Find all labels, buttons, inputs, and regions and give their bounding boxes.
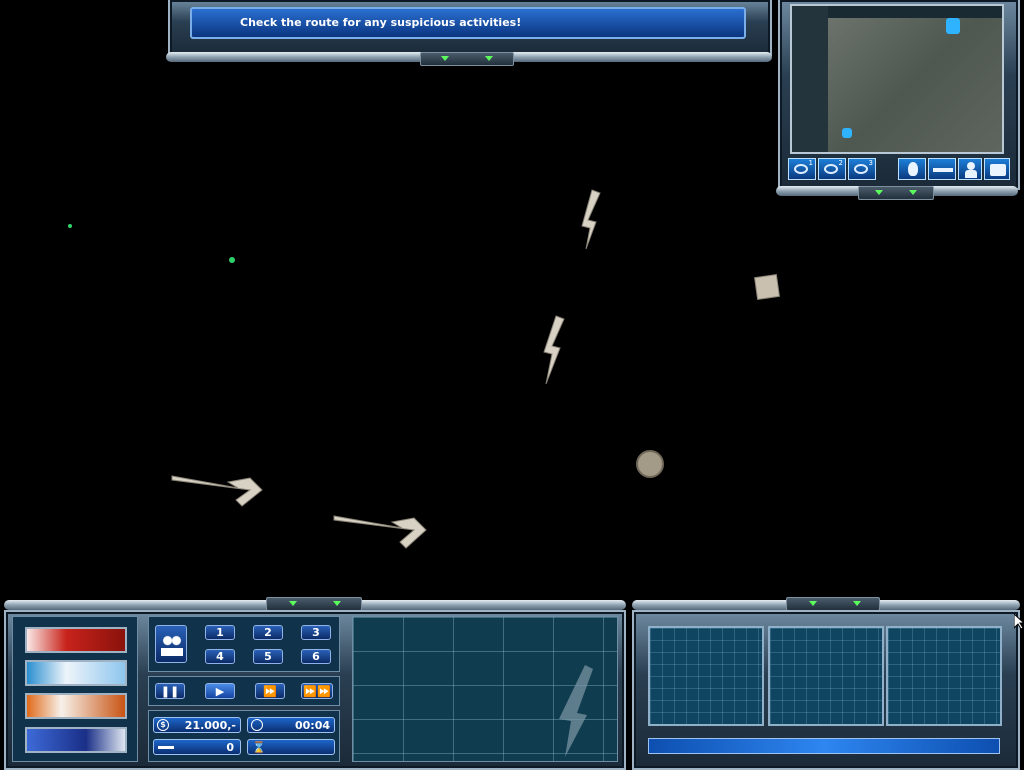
money-value: 21.000,- xyxy=(184,719,236,732)
vehicle-list xyxy=(12,616,138,762)
money-display: $ 21.000,- xyxy=(153,717,241,733)
control-panel-toggle[interactable] xyxy=(266,597,362,611)
manhole-cover-object[interactable] xyxy=(636,450,664,478)
game-world-objects xyxy=(68,189,780,549)
ambulance-button[interactable] xyxy=(25,693,127,719)
group-panel: 1 2 3 4 5 6 xyxy=(148,616,340,672)
mission-message-text: Check the route for any suspicious activ… xyxy=(240,16,522,29)
clock-icon xyxy=(251,719,263,731)
streetlight-object[interactable] xyxy=(333,515,427,549)
control-panel: 1 2 3 4 5 6 ❚❚ ▶ ⏩ ⏩⏩ $ 21.000,- 00:04 0… xyxy=(4,610,626,770)
group-button-4[interactable]: 4 xyxy=(205,649,235,664)
mouse-cursor xyxy=(1014,614,1024,630)
chevron-down-icon xyxy=(485,56,493,61)
mission-message-panel: Check the route for any suspicious activ… xyxy=(168,0,772,56)
selected-unit-silhouette xyxy=(559,665,593,757)
streetlight-object[interactable] xyxy=(171,475,263,507)
info-panel-toggle[interactable] xyxy=(786,597,880,611)
mission-message-box: Check the route for any suspicious activ… xyxy=(190,7,746,39)
green-marker xyxy=(229,257,235,263)
pause-button[interactable]: ❚❚ xyxy=(155,683,185,699)
info-slot-3[interactable] xyxy=(886,626,1002,726)
time-display: 00:04 xyxy=(247,717,335,733)
time-value: 00:04 xyxy=(294,719,330,732)
minimap-unit-marker xyxy=(946,18,960,34)
hourglass-icon: ⌛ xyxy=(252,741,266,754)
streetlight-silhouette xyxy=(559,665,593,757)
group-button-5[interactable]: 5 xyxy=(253,649,283,664)
streetlight-object[interactable] xyxy=(581,189,601,250)
money-icon: $ xyxy=(157,719,169,731)
group-button-3[interactable]: 3 xyxy=(301,625,331,640)
crate-object[interactable] xyxy=(754,274,780,300)
info-progress-bar xyxy=(648,738,1000,754)
group-button-1[interactable]: 1 xyxy=(205,625,235,640)
fast-forward-icon: ⏩ xyxy=(263,684,277,698)
info-slot-2[interactable] xyxy=(768,626,884,726)
patients-value: 0 xyxy=(226,741,234,754)
police-car-button[interactable] xyxy=(25,660,127,686)
chevron-down-icon xyxy=(441,56,449,61)
chevron-down-icon xyxy=(289,601,297,606)
fastest-forward-button[interactable]: ⏩⏩ xyxy=(301,683,333,699)
fire-truck-button[interactable] xyxy=(25,627,127,653)
group-button-6[interactable]: 6 xyxy=(301,649,331,664)
status-panel: $ 21.000,- 00:04 0 ⌛ xyxy=(148,710,340,762)
group-button-2[interactable]: 2 xyxy=(253,625,283,640)
play-icon: ▶ xyxy=(215,684,225,698)
hourglass-display: ⌛ xyxy=(247,739,335,755)
streetlight-object[interactable] xyxy=(543,315,565,385)
police-van-button[interactable] xyxy=(25,727,127,753)
green-marker xyxy=(68,224,72,228)
group-icon xyxy=(161,634,183,656)
fast-forward-button[interactable]: ⏩ xyxy=(255,683,285,699)
fastest-forward-icon: ⏩⏩ xyxy=(303,684,331,698)
game-world[interactable] xyxy=(0,62,1024,594)
patients-display: 0 xyxy=(153,739,241,755)
chevron-down-icon xyxy=(853,601,861,606)
chevron-down-icon xyxy=(333,601,341,606)
info-panel xyxy=(632,610,1020,770)
info-slot-1[interactable] xyxy=(648,626,764,726)
pause-icon: ❚❚ xyxy=(160,684,180,698)
select-all-units-button[interactable] xyxy=(155,625,187,663)
play-button[interactable]: ▶ xyxy=(205,683,235,699)
speed-controls: ❚❚ ▶ ⏩ ⏩⏩ xyxy=(148,676,340,706)
stretcher-icon xyxy=(158,746,174,749)
chevron-down-icon xyxy=(809,601,817,606)
unit-info-grid[interactable] xyxy=(352,616,618,762)
